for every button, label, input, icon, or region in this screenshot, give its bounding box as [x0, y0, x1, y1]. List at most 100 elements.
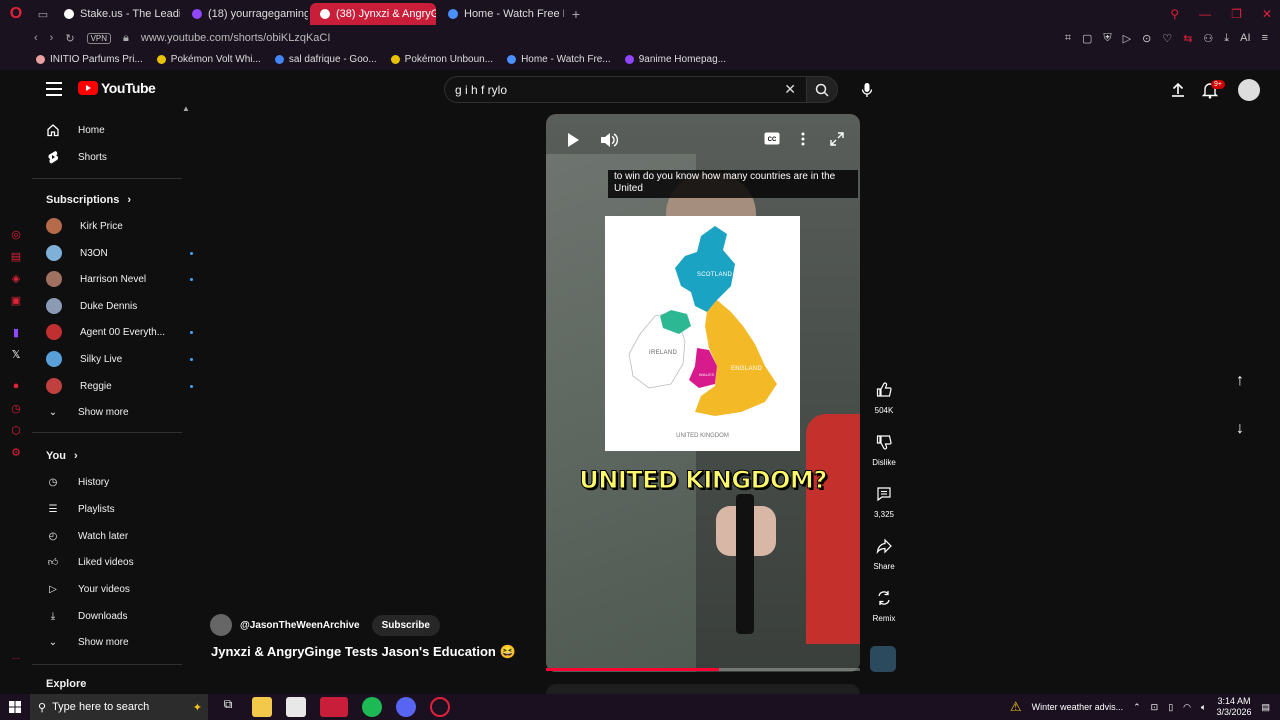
opera-logo-icon[interactable]: O [0, 0, 32, 28]
share-button[interactable]: Share [868, 538, 900, 571]
maximize-icon[interactable]: ❐ [1231, 7, 1242, 21]
settings-icon[interactable]: ⚙ [9, 446, 23, 460]
tab-youtube-active[interactable]: (38) Jynxzi & AngryGinge [310, 3, 436, 25]
twitch-icon[interactable]: ▮ [9, 326, 23, 340]
voice-search-button[interactable] [856, 79, 878, 101]
task-view-icon[interactable]: ⧉ [218, 697, 238, 717]
volume-button[interactable] [600, 132, 619, 151]
tab-icon[interactable]: ▢ [1082, 32, 1092, 45]
search-input[interactable]: g i h f rylo ✕ [444, 76, 807, 103]
file-explorer-icon[interactable] [252, 697, 272, 717]
subscriptions-heading[interactable]: Subscriptions › [46, 194, 131, 206]
search-button[interactable] [806, 76, 838, 103]
extensions-icon[interactable]: ⬡ [9, 424, 23, 438]
bookmark-item[interactable]: Pokémon Unboun... [390, 54, 493, 65]
heart-icon[interactable]: ♡ [1162, 32, 1172, 45]
minimize-icon[interactable]: — [1199, 7, 1211, 21]
sidebar-item-subscription[interactable]: N3ON [46, 243, 108, 263]
clear-search-icon[interactable]: ✕ [784, 81, 796, 98]
messenger-icon[interactable]: ◈ [9, 272, 23, 286]
bookmark-item[interactable]: INITIO Parfums Pri... [36, 54, 143, 65]
video-progress-bar[interactable] [546, 668, 860, 671]
bookmark-item[interactable]: 9anime Homepag... [624, 54, 726, 65]
windows-start-icon[interactable] [0, 694, 30, 720]
new-tab-button[interactable]: + [566, 6, 586, 22]
sidebar-item-watch-later[interactable]: ◴ Watch later [46, 526, 129, 546]
menu-icon[interactable]: ≡ [1262, 32, 1268, 44]
show-more-button[interactable]: ⌄ Show more [46, 402, 129, 422]
remix-button[interactable]: Remix [868, 590, 900, 623]
sidebar-item-playlists[interactable]: ☰ Playlists [46, 499, 115, 519]
more-options-button[interactable] [800, 132, 806, 149]
workspaces-icon[interactable]: ▭ [32, 8, 54, 21]
clock[interactable]: 3:14 AM 3/3/2026 [1216, 696, 1251, 718]
taskbar-search-input[interactable]: ⚲ Type here to search ✦ [30, 694, 208, 720]
comments-button[interactable]: 3,325 [868, 486, 900, 519]
show-more-button[interactable]: ⌄ Show more [46, 632, 129, 652]
tab-movies[interactable]: Home - Watch Free Movie [438, 3, 564, 25]
opera-gx-taskbar-icon[interactable] [430, 697, 450, 717]
sidebar-item-subscription[interactable]: Agent 00 Everyth... [46, 322, 165, 342]
sidebar-item-shorts[interactable]: Shorts [46, 147, 107, 167]
player-icon[interactable]: ▷ [1123, 32, 1131, 45]
store-icon[interactable] [286, 697, 306, 717]
discord-taskbar-icon[interactable] [396, 697, 416, 717]
adblock-icon[interactable]: ⛨ [1103, 32, 1111, 45]
sync-icon[interactable]: ⇆ [1183, 32, 1192, 45]
sidebar-item-your-videos[interactable]: ▷ Your videos [46, 579, 130, 599]
bookmark-item[interactable]: Home - Watch Fre... [507, 54, 611, 65]
tab-stake[interactable]: Stake.us - The Leading Sc [54, 3, 180, 25]
captions-button[interactable]: CC [764, 132, 780, 148]
download-icon[interactable]: ⤓ [1224, 32, 1229, 45]
sidebar-item-subscription[interactable]: Duke Dennis [46, 296, 137, 316]
chevron-up-icon[interactable]: ⌃ [1133, 702, 1141, 713]
weather-alert[interactable]: Winter weather advis... [1032, 702, 1124, 712]
reload-icon[interactable]: ↻ [65, 32, 74, 45]
scroll-up-icon[interactable]: ▲ [182, 104, 190, 113]
channel-sound-avatar[interactable] [870, 646, 896, 672]
create-upload-icon[interactable] [1170, 82, 1186, 101]
account-avatar[interactable] [1238, 79, 1260, 101]
sidebar-item-downloads[interactable]: ⤓ Downloads [46, 606, 128, 626]
forward-icon[interactable]: › [50, 32, 54, 44]
speaker-icon[interactable]: 🔈︎ [1201, 702, 1206, 713]
music-icon[interactable]: ▣ [9, 294, 23, 308]
you-heading[interactable]: You › [46, 450, 78, 462]
more-icon[interactable]: ⋯ [9, 654, 23, 668]
url-field[interactable]: www.youtube.com/shorts/obiKLzqKaCI [141, 32, 331, 44]
x-icon[interactable]: 𝕏 [9, 348, 23, 362]
account-icon[interactable]: ⚇ [1203, 32, 1213, 45]
history-icon[interactable]: ◷ [9, 402, 23, 416]
next-video-peek[interactable] [546, 684, 860, 694]
sidebar-item-subscription[interactable]: Kirk Price [46, 216, 123, 236]
spotify-taskbar-icon[interactable] [362, 697, 382, 717]
shopping-icon[interactable]: ▤ [9, 250, 23, 264]
hamburger-menu-icon[interactable] [46, 82, 62, 96]
sidebar-item-liked-videos[interactable]: 👍︎ Liked videos [46, 552, 134, 572]
subscribe-button[interactable]: Subscribe [371, 614, 440, 636]
wifi-icon[interactable]: ◠ [1183, 702, 1191, 713]
opera-taskbar-icon[interactable] [320, 697, 348, 717]
play-button[interactable] [566, 132, 580, 151]
vpn-badge[interactable]: VPN [86, 32, 112, 44]
dislike-button[interactable]: Dislike [868, 434, 900, 467]
bookmark-item[interactable]: sal dafrique - Goo... [274, 54, 377, 65]
close-window-icon[interactable]: ✕ [1262, 7, 1272, 21]
sidebar-item-subscription[interactable]: Harrison Nevel [46, 269, 146, 289]
youtube-logo[interactable]: YouTube [78, 80, 156, 96]
channel-handle[interactable]: @JasonTheWeenArchive [240, 620, 360, 631]
snapshot-icon[interactable]: ⌗ [1065, 32, 1071, 45]
next-short-arrow-icon[interactable]: ↓ [1236, 420, 1244, 438]
easy-setup-icon[interactable]: ⊙ [1142, 32, 1151, 45]
search-tabs-icon[interactable]: ⚲ [1170, 7, 1179, 21]
tab-twitch[interactable]: (18) yourragegaming - [182, 3, 308, 25]
sidebar-item-subscription[interactable]: Reggie [46, 376, 112, 396]
back-icon[interactable]: ‹ [34, 32, 38, 44]
sidebar-item-home[interactable]: Home [46, 120, 105, 140]
bookmark-item[interactable]: Pokémon Volt Whi... [156, 54, 261, 65]
usb-icon[interactable]: ▯ [1168, 702, 1173, 713]
sidebar-item-history[interactable]: ◷ History [46, 472, 110, 492]
channel-avatar[interactable] [210, 614, 232, 636]
previous-short-arrow-icon[interactable]: ↑ [1236, 372, 1244, 390]
like-button[interactable]: 504K [868, 382, 900, 415]
